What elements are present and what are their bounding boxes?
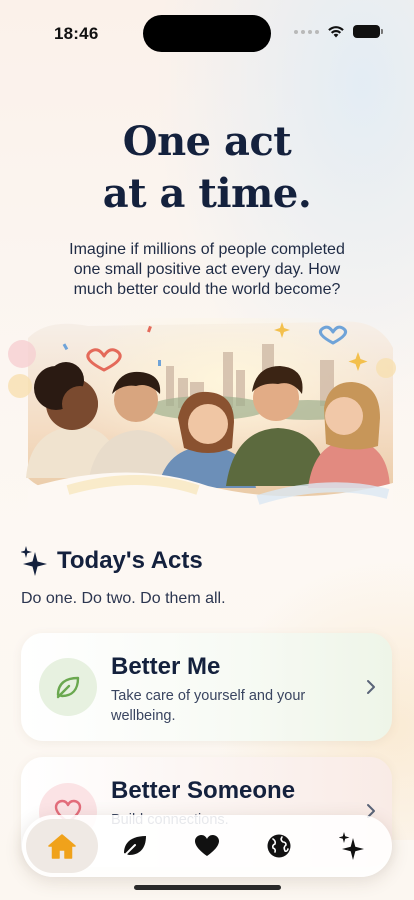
status-time: 18:46 [54, 24, 99, 43]
heart-icon [195, 835, 220, 856]
card-title: Better Me [111, 653, 221, 680]
friends-illustration [8, 318, 396, 518]
tab-better-me[interactable] [98, 819, 170, 873]
sparkles-icon [338, 832, 364, 860]
tab-sparkles[interactable] [316, 819, 388, 873]
section-subtitle: Do one. Do two. Do them all. [21, 590, 226, 607]
sparkles-icon [21, 546, 47, 576]
dynamic-island [143, 15, 271, 52]
leaf-icon [121, 836, 146, 858]
hero-title-line2: at a time. [102, 170, 312, 217]
hero-title-line1: One act [122, 118, 292, 165]
card-title: Better Someone [111, 777, 296, 804]
home-indicator [134, 885, 281, 890]
status-icons [294, 25, 383, 38]
tab-bar [22, 815, 392, 877]
better-me-card[interactable]: Better Me Take care of yourself and your… [21, 633, 392, 741]
section-title: Today's Acts [57, 547, 203, 574]
status-bar: 18:46 [0, 0, 414, 62]
hero-description: Imagine if millions of people completed … [69, 241, 345, 298]
chevron-right-icon [367, 680, 375, 694]
hero-title: One act at a time. [0, 116, 414, 220]
tab-better-world[interactable] [243, 819, 315, 873]
better-me-icon-badge [39, 658, 97, 716]
card-description: Take care of yourself and your wellbeing… [111, 688, 306, 724]
wifi-icon [328, 26, 344, 38]
tab-home[interactable] [26, 819, 99, 873]
leaf-icon [56, 676, 80, 699]
tab-better-someone[interactable] [171, 819, 243, 873]
home-icon [48, 834, 76, 859]
globe-icon [267, 834, 291, 858]
cellular-signal-icon [294, 29, 319, 34]
section-header: Today's Acts [21, 546, 203, 576]
battery-icon [353, 25, 383, 38]
